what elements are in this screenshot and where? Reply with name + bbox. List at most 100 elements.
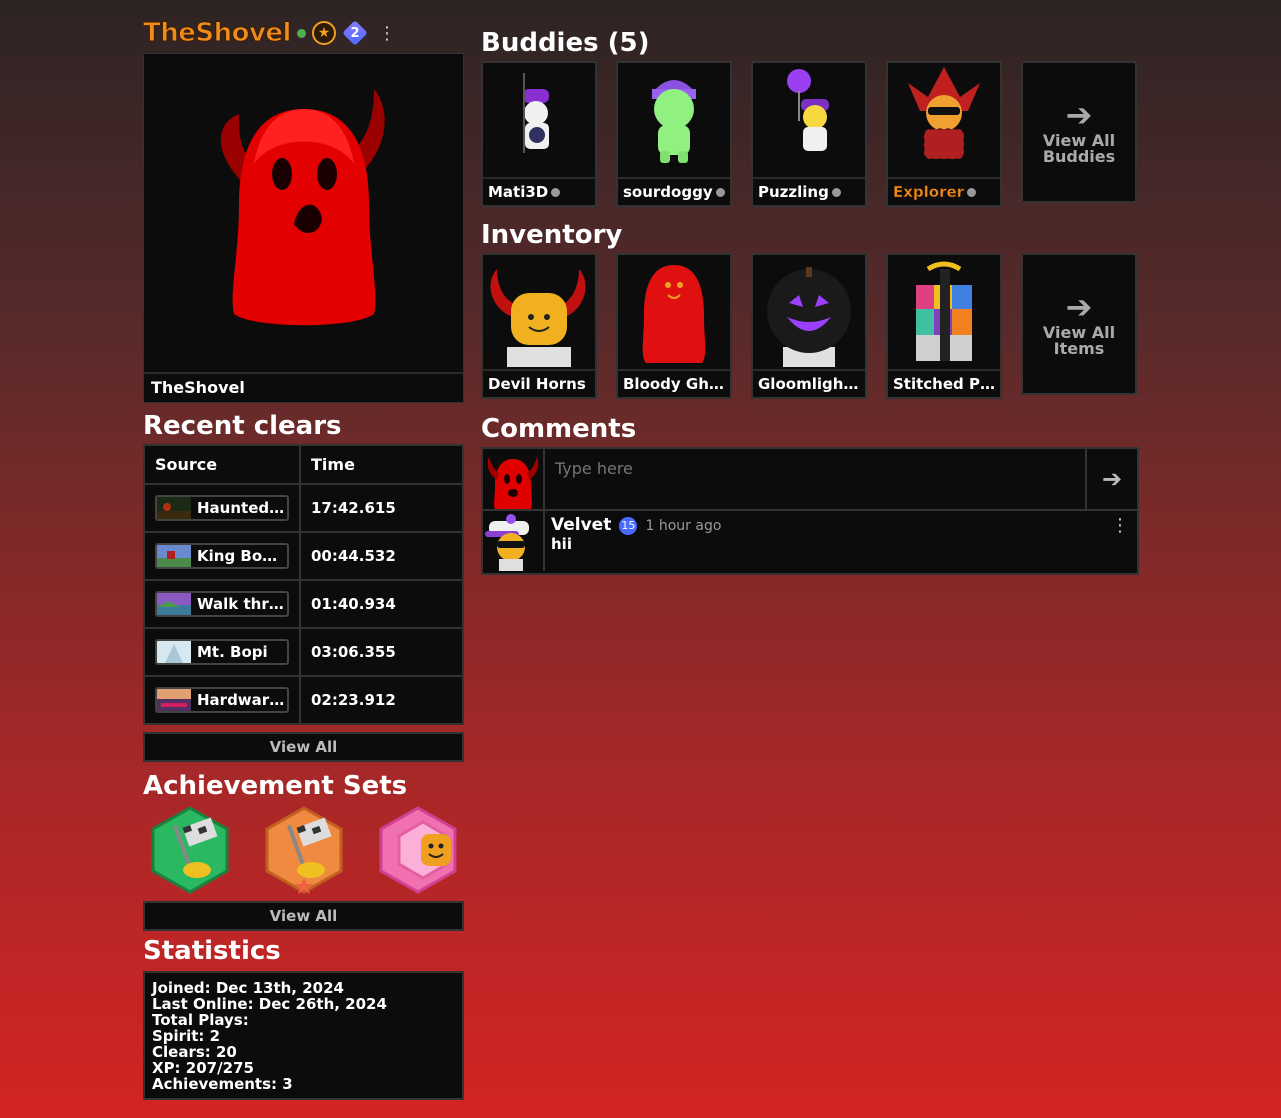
view-all-buddies-button[interactable]: ➔ View All Buddies xyxy=(1021,61,1137,203)
statistics-box: Joined: Dec 13th, 2024 Last Online: Dec … xyxy=(143,971,464,1100)
buddy-name: sourdoggy xyxy=(623,183,713,201)
comment-composer: ➔ xyxy=(481,447,1139,511)
statistics-title: Statistics xyxy=(143,936,281,966)
user-avatar xyxy=(483,449,545,509)
source-link[interactable]: King Bopi'... xyxy=(155,543,289,569)
buddy-name-row: sourdoggy xyxy=(618,177,730,205)
left-column: TheShovel ★ 2 ⋮ TheShovel Recent clears … xyxy=(143,15,464,1100)
avatar-card: TheShovel xyxy=(143,53,464,403)
stat-xp: XP: 207/275 xyxy=(152,1059,254,1077)
stat-spirit: Spirit: 2 xyxy=(152,1027,221,1045)
source-link[interactable]: Walk thro... xyxy=(155,591,289,617)
achievement-sets-title: Achievement Sets xyxy=(143,771,408,801)
item-name: Stitched Pr... xyxy=(888,369,1000,397)
source-link[interactable]: Haunted ... xyxy=(155,495,289,521)
comment-item: Velvet 15 1 hour ago hii ⋮ xyxy=(481,511,1139,575)
clear-time: 00:44.532 xyxy=(299,531,464,581)
table-row: King Bopi'... 00:44.532 xyxy=(143,531,464,581)
online-status-icon xyxy=(296,28,306,38)
table-row: Hardware... 02:23.912 xyxy=(143,675,464,725)
buddy-card[interactable]: Mati3D xyxy=(481,61,597,207)
level-thumbnail xyxy=(157,641,191,663)
view-all-items-button[interactable]: ➔ View All Items xyxy=(1021,253,1137,395)
stat-total-plays: Total Plays: xyxy=(152,1011,249,1029)
level-thumbnail xyxy=(157,689,191,711)
level-thumbnail xyxy=(157,545,191,567)
avatar-name-label: TheShovel xyxy=(144,372,463,402)
buddy-card[interactable]: Explorer xyxy=(886,61,1002,207)
spirit-level-value: 2 xyxy=(350,25,360,41)
smiley-achievement-icon[interactable] xyxy=(375,804,461,896)
comment-body: Velvet 15 1 hour ago hii xyxy=(545,511,727,573)
table-row: Mt. Bopi 03:06.355 xyxy=(143,627,464,677)
flag-star-achievement-icon[interactable] xyxy=(261,804,347,896)
buddy-avatar xyxy=(908,67,980,160)
offline-status-icon xyxy=(551,188,561,197)
profile-header: TheShovel ★ 2 ⋮ xyxy=(143,15,464,51)
item-image xyxy=(642,265,706,363)
send-comment-button[interactable]: ➔ xyxy=(1087,449,1137,509)
view-all-buddies-sub: Buddies xyxy=(1042,147,1116,166)
flag-achievement-icon[interactable] xyxy=(147,804,233,896)
achievements-view-all-button[interactable]: View All xyxy=(143,901,464,931)
buddy-card[interactable]: sourdoggy xyxy=(616,61,732,207)
comment-input[interactable] xyxy=(545,449,1087,509)
buddy-name-row: Puzzling xyxy=(753,177,865,205)
level-thumbnail xyxy=(157,497,191,519)
buddies-row: Mati3D sourdoggy Puzzling Explorer ➔ Vie… xyxy=(481,61,1141,207)
column-header-source: Source xyxy=(143,444,301,485)
avatar-image xyxy=(220,89,385,326)
comments-title: Comments xyxy=(481,414,637,444)
source-link[interactable]: Hardware... xyxy=(155,687,289,713)
arrow-right-icon: ➔ xyxy=(1065,288,1093,326)
offline-status-icon xyxy=(967,188,977,197)
source-label: Mt. Bopi xyxy=(197,643,268,661)
column-header-time: Time xyxy=(299,444,464,485)
stat-joined: Joined: Dec 13th, 2024 xyxy=(152,979,344,997)
achievement-sets-row xyxy=(143,804,464,896)
view-all-items-sub: Items xyxy=(1053,339,1105,358)
clear-time: 17:42.615 xyxy=(299,483,464,533)
source-link[interactable]: Mt. Bopi xyxy=(155,639,289,665)
source-label: Haunted ... xyxy=(197,499,287,517)
item-name: Devil Horns xyxy=(483,369,595,397)
level-thumbnail xyxy=(157,593,191,615)
table-header-row: Source Time xyxy=(143,444,464,485)
item-name: Gloomlight ... xyxy=(753,369,865,397)
item-name: Bloody Gho... xyxy=(618,369,730,397)
buddy-name: Mati3D xyxy=(488,183,549,201)
inventory-item-card[interactable]: Stitched Pr... xyxy=(886,253,1002,399)
inventory-item-card[interactable]: Bloody Gho... xyxy=(616,253,732,399)
more-options-icon[interactable]: ⋮ xyxy=(378,23,396,44)
inventory-item-card[interactable]: Gloomlight ... xyxy=(751,253,867,399)
buddy-card[interactable]: Puzzling xyxy=(751,61,867,207)
inventory-title: Inventory xyxy=(481,220,623,250)
item-image xyxy=(490,269,586,367)
star-badge-icon[interactable]: ★ xyxy=(311,21,336,45)
commenter-name[interactable]: Velvet xyxy=(551,515,611,535)
table-row: Haunted ... 17:42.615 xyxy=(143,483,464,533)
comment-options-icon[interactable]: ⋮ xyxy=(1111,515,1129,536)
source-label: Walk thro... xyxy=(197,595,287,613)
clear-time: 02:23.912 xyxy=(299,675,464,725)
table-row: Walk thro... 01:40.934 xyxy=(143,579,464,629)
arrow-right-icon: ➔ xyxy=(1101,465,1123,493)
source-label: Hardware... xyxy=(197,691,287,709)
commenter-avatar[interactable] xyxy=(483,511,545,571)
item-image xyxy=(916,261,972,361)
offline-status-icon xyxy=(831,188,841,197)
clears-view-all-button[interactable]: View All xyxy=(143,732,464,762)
buddy-name: Puzzling xyxy=(758,183,829,201)
comment-timestamp: 1 hour ago xyxy=(645,518,722,534)
source-label: King Bopi'... xyxy=(197,547,287,565)
recent-clears-title: Recent clears xyxy=(143,411,342,441)
comment-text: hii xyxy=(551,535,572,553)
stat-achievements: Achievements: 3 xyxy=(152,1075,293,1093)
buddy-name-row: Mati3D xyxy=(483,177,595,205)
buddy-name-row: Explorer xyxy=(888,177,1000,205)
arrow-right-icon: ➔ xyxy=(1065,96,1093,134)
commenter-level-badge: 15 xyxy=(619,516,638,535)
inventory-item-card[interactable]: Devil Horns xyxy=(481,253,597,399)
buddy-avatar xyxy=(652,80,696,163)
spirit-level-badge[interactable]: 2 xyxy=(342,20,368,46)
